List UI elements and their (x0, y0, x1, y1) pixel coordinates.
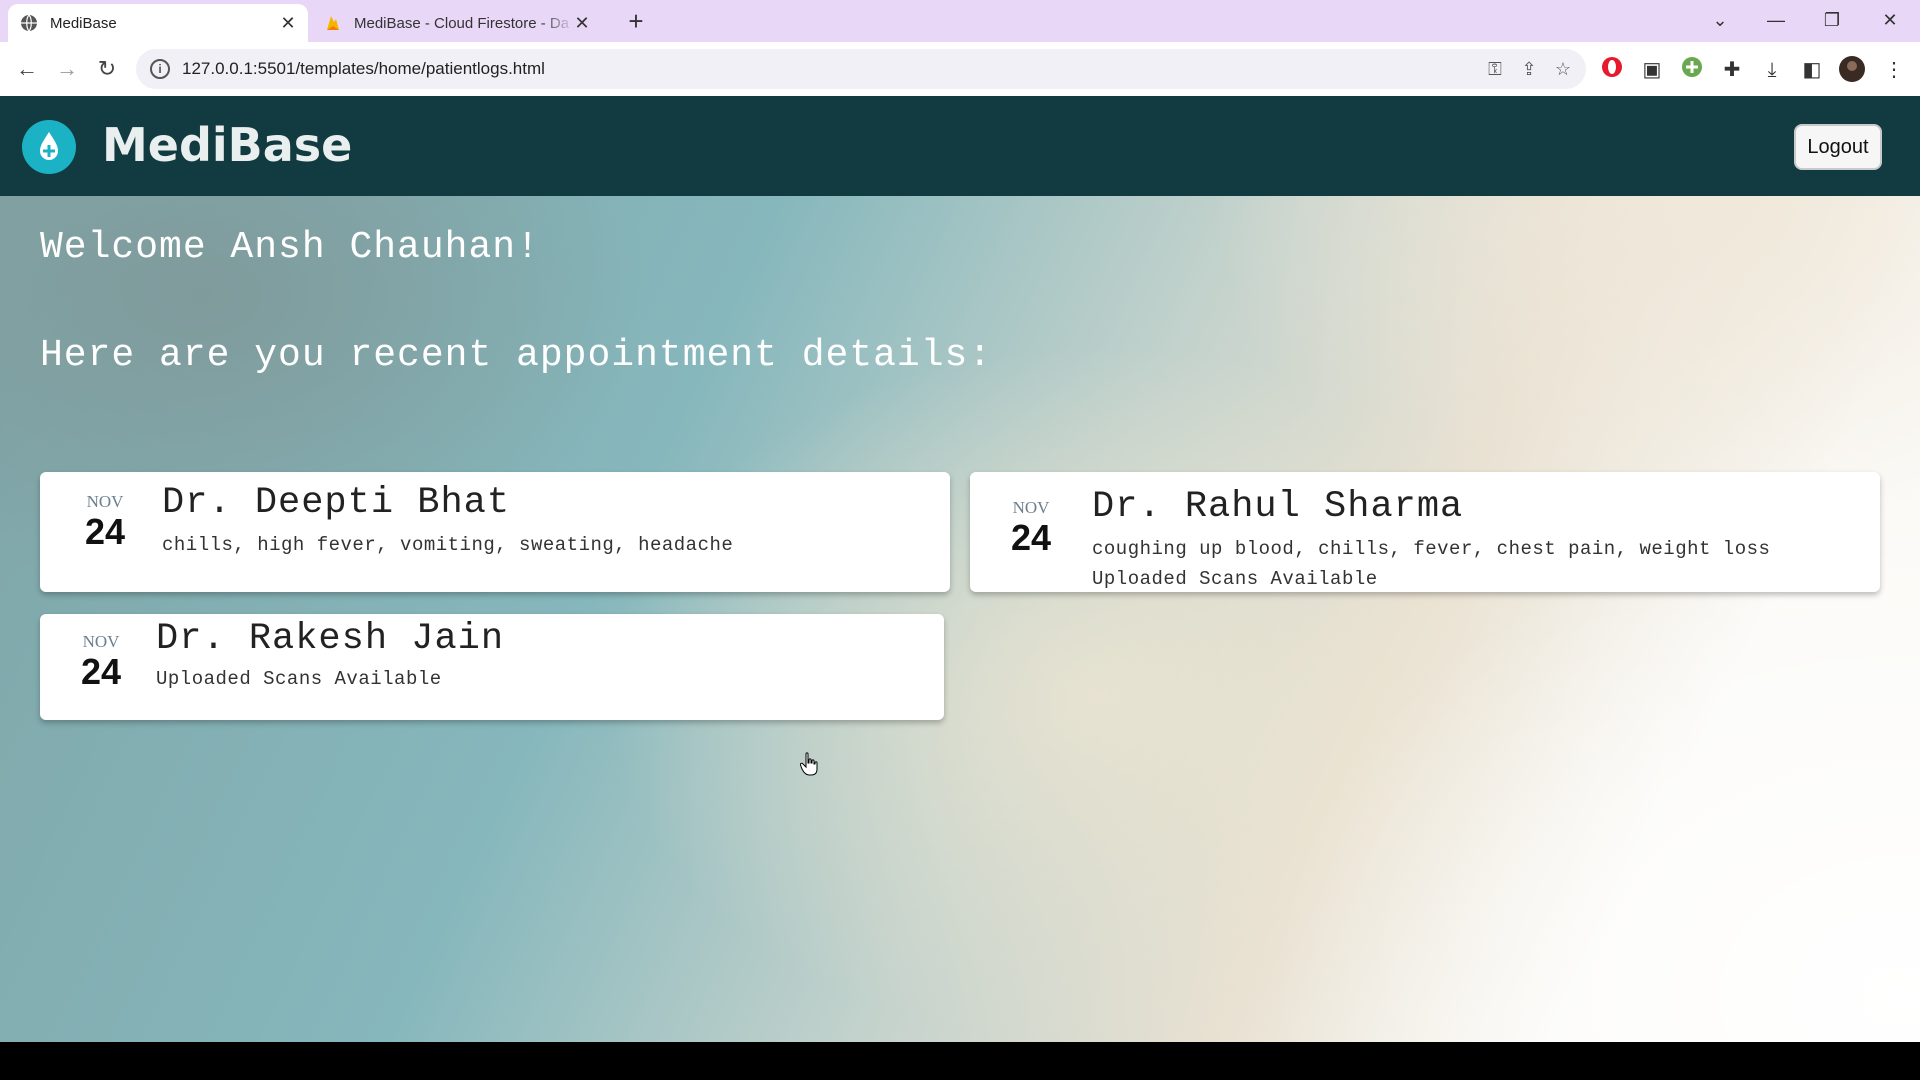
hand-cursor-icon (800, 752, 818, 776)
symptoms-text: coughing up blood, chills, fever, chest … (1092, 538, 1771, 560)
key-icon[interactable]: ⚿ (1478, 52, 1512, 86)
profile-avatar[interactable] (1838, 56, 1866, 84)
appointment-date: NOV 24 (70, 492, 140, 552)
brand-title: MediBase (102, 118, 353, 172)
scans-note: Uploaded Scans Available (1092, 568, 1378, 590)
star-icon[interactable]: ☆ (1546, 52, 1580, 86)
page-content: MediBase Logout Welcome Ansh Chauhan! He… (0, 96, 1920, 1042)
restore-icon[interactable]: ❐ (1812, 6, 1852, 34)
logo (22, 120, 76, 174)
close-window-icon[interactable]: ✕ (1870, 6, 1910, 34)
address-bar[interactable]: i 127.0.0.1:5501/templates/home/patientl… (136, 49, 1586, 89)
doctor-name: Dr. Rakesh Jain (156, 618, 505, 660)
share-icon[interactable]: ⇪ (1512, 52, 1546, 86)
extension-icon[interactable] (1678, 56, 1706, 84)
sidepanel-icon[interactable]: ◧ (1798, 56, 1826, 84)
tab-title: MediBase - Cloud Firestore - Da (354, 14, 570, 32)
close-icon[interactable]: ✕ (574, 14, 590, 32)
media-icon[interactable]: ▣ (1638, 56, 1666, 84)
doctor-name: Dr. Rahul Sharma (1092, 486, 1464, 528)
close-icon[interactable]: ✕ (280, 14, 296, 32)
tab-medibase[interactable]: MediBase ✕ (8, 4, 308, 42)
opera-icon[interactable] (1598, 56, 1626, 84)
date-day: 24 (1010, 517, 1052, 558)
back-icon[interactable]: ← (12, 54, 42, 84)
doctor-name: Dr. Deepti Bhat (162, 482, 511, 524)
screen-bottom-strip (0, 1042, 1920, 1080)
url-text[interactable]: 127.0.0.1:5501/templates/home/patientlog… (182, 59, 1478, 79)
symptoms-text: chills, high fever, vomiting, sweating, … (162, 534, 734, 556)
appointment-date: NOV 24 (66, 632, 136, 692)
firebase-icon (327, 16, 339, 30)
date-month: NOV (1012, 498, 1050, 517)
date-month: NOV (82, 632, 120, 651)
browser-toolbar: ← → ↻ i 127.0.0.1:5501/templates/home/pa… (0, 42, 1920, 96)
logout-button[interactable]: Logout (1794, 124, 1882, 170)
tab-firestore[interactable]: MediBase - Cloud Firestore - Da ✕ (312, 4, 602, 42)
appointment-card[interactable]: NOV 24 Dr. Rahul Sharma coughing up bloo… (970, 472, 1880, 592)
appointment-card[interactable]: NOV 24 Dr. Rakesh Jain Uploaded Scans Av… (40, 614, 944, 720)
globe-icon (21, 14, 37, 32)
browser-tab-bar: MediBase ✕ MediBase - Cloud Firestore - … (0, 0, 1920, 42)
scans-note: Uploaded Scans Available (156, 668, 442, 690)
info-icon[interactable]: i (150, 59, 170, 79)
menu-icon[interactable]: ⋮ (1880, 56, 1908, 84)
welcome-heading: Welcome Ansh Chauhan! (40, 226, 540, 269)
appointment-date: NOV 24 (996, 498, 1066, 558)
puzzle-icon[interactable]: ✚ (1718, 56, 1746, 84)
appointment-card[interactable]: NOV 24 Dr. Deepti Bhat chills, high feve… (40, 472, 950, 592)
chevron-down-icon[interactable]: ⌄ (1700, 6, 1740, 34)
tab-title: MediBase (50, 14, 117, 32)
drop-icon (40, 132, 58, 160)
reload-icon[interactable]: ↻ (92, 54, 122, 84)
date-day: 24 (84, 511, 126, 552)
minimize-icon[interactable]: — (1756, 6, 1796, 34)
app-header: MediBase Logout (0, 96, 1920, 196)
plus-icon[interactable]: + (622, 8, 650, 36)
download-icon[interactable]: ⤓ (1758, 56, 1786, 84)
date-day: 24 (80, 651, 122, 692)
appointments-subheading: Here are you recent appointment details: (40, 334, 993, 377)
date-month: NOV (86, 492, 124, 511)
forward-icon[interactable]: → (52, 54, 82, 84)
